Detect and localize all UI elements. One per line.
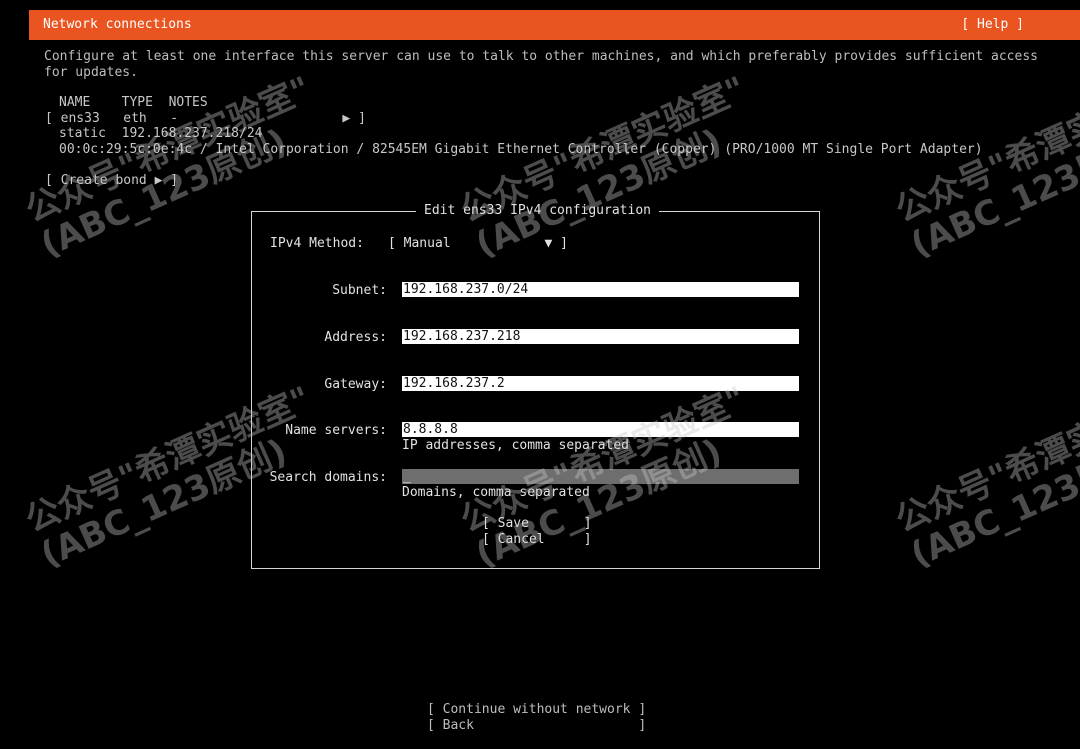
gateway-input[interactable]: 192.168.237.2 (402, 376, 799, 391)
dialog-title: Edit ens33 IPv4 configuration (416, 203, 659, 219)
interface-table-header: NAME TYPE NOTES (59, 95, 208, 110)
cancel-button[interactable]: [ Cancel ] (482, 532, 592, 548)
watermark: 公众号"希潭实验室" (ABC_123原创) (889, 69, 1080, 266)
ipv4-config-dialog: Edit ens33 IPv4 configuration IPv4 Metho… (251, 203, 820, 569)
gateway-label: Gateway: (324, 377, 387, 392)
name-servers-label: Name servers: (285, 423, 387, 438)
page-title: Network connections (43, 17, 192, 32)
interface-row-ens33[interactable]: [ ens33 eth - ▶ ] (45, 111, 366, 127)
address-label: Address: (324, 330, 387, 345)
ipv4-method-label: IPv4 Method: (270, 236, 364, 251)
search-domains-hint: Domains, comma separated (402, 485, 590, 500)
subnet-label: Subnet: (332, 283, 387, 298)
search-domains-input[interactable]: _ (402, 469, 799, 484)
name-servers-input[interactable]: 8.8.8.8 (402, 422, 799, 437)
continue-without-network-button[interactable]: [ Continue without network ] (427, 702, 646, 718)
search-domains-label: Search domains: (269, 470, 387, 485)
save-button[interactable]: [ Save ] (482, 516, 592, 532)
interface-hardware-info: 00:0c:29:5c:0e:4c / Intel Corporation / … (59, 142, 983, 157)
help-button[interactable]: [ Help ] (961, 17, 1024, 32)
header-bar: Network connections [ Help ] (29, 10, 1080, 40)
intro-text: Configure at least one interface this se… (44, 49, 1038, 80)
back-button[interactable]: [ Back ] (427, 718, 646, 734)
subnet-input[interactable]: 192.168.237.0/24 (402, 282, 799, 297)
create-bond-button[interactable]: [ Create bond ▶ ] (45, 173, 178, 189)
interface-static-info: static 192.168.237.218/24 (59, 126, 263, 141)
name-servers-hint: IP addresses, comma separated (402, 438, 629, 453)
watermark: 公众号"希潭实验室" (ABC_123原创) (889, 379, 1080, 576)
ipv4-method-select[interactable]: [ Manual ▼ ] (388, 236, 568, 252)
address-input[interactable]: 192.168.237.218 (402, 329, 799, 344)
